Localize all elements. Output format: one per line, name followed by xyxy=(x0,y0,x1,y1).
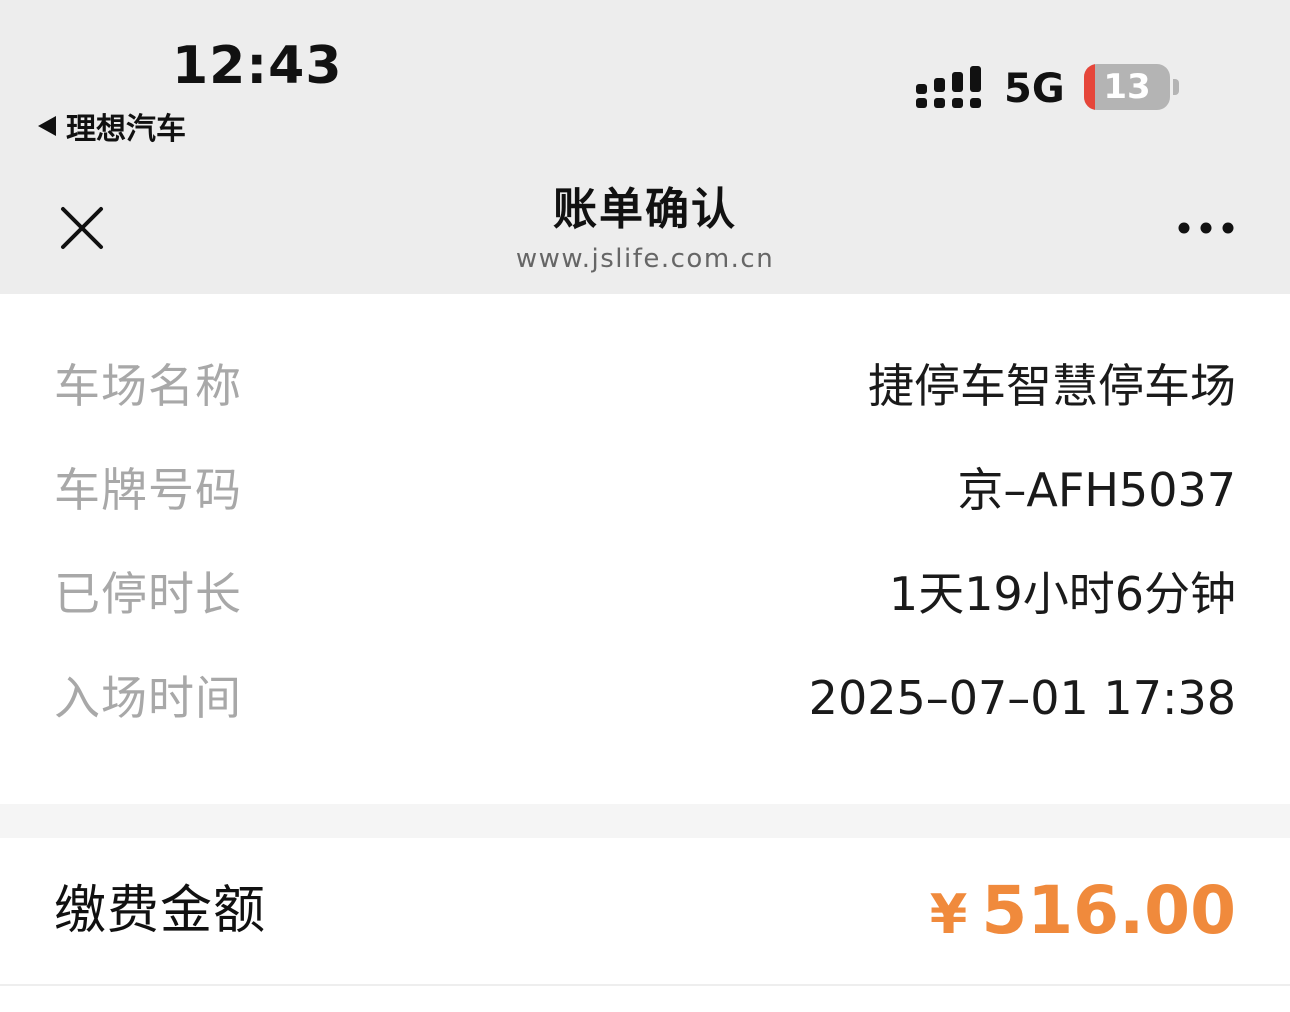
amount-value: 516.00 xyxy=(981,872,1236,949)
bottom-divider xyxy=(0,984,1290,986)
page-title: 账单确认 xyxy=(553,184,737,235)
status-bar: 12:43 理想汽车 5G 13 xyxy=(0,0,1290,160)
detail-label: 入场时间 xyxy=(54,671,242,725)
payment-amount: ¥516.00 xyxy=(930,838,1236,984)
signal-strength-icon xyxy=(916,66,981,108)
currency-symbol: ¥ xyxy=(929,883,968,946)
detail-label: 车场名称 xyxy=(54,359,242,413)
detail-row-duration: 已停时长 1天19小时6分钟 xyxy=(0,542,1290,646)
back-app-label: 理想汽车 xyxy=(66,112,186,147)
section-divider xyxy=(0,804,1290,838)
detail-row-plate-number: 车牌号码 京–AFH5037 xyxy=(0,438,1290,542)
detail-row-parking-lot: 车场名称 捷停车智慧停车场 xyxy=(0,334,1290,438)
close-icon[interactable] xyxy=(54,200,110,256)
detail-label: 车牌号码 xyxy=(54,463,242,517)
detail-value: 捷停车智慧停车场 xyxy=(868,359,1236,413)
payment-amount-row: 缴费金额 ¥516.00 xyxy=(0,838,1290,984)
back-to-app-link[interactable]: 理想汽车 xyxy=(38,104,186,148)
status-time: 12:43 xyxy=(172,36,343,96)
detail-label: 已停时长 xyxy=(54,567,242,621)
detail-value: 1天19小时6分钟 xyxy=(888,567,1236,621)
battery-icon: 13 xyxy=(1084,64,1180,110)
network-type: 5G xyxy=(1004,66,1065,112)
nav-bar: 账单确认 www.jslife.com.cn xyxy=(0,160,1290,294)
detail-value: 2025–07–01 17:38 xyxy=(808,671,1236,725)
payment-label: 缴费金额 xyxy=(54,881,267,941)
back-arrow-icon xyxy=(38,116,56,136)
bill-details-card: 车场名称 捷停车智慧停车场 车牌号码 京–AFH5037 已停时长 1天19小时… xyxy=(0,294,1290,804)
battery-level: 13 xyxy=(1103,67,1151,107)
bill-confirm-screen: 12:43 理想汽车 5G 13 账单确认 www.jslife.com.cn … xyxy=(0,0,1290,1012)
detail-value: 京–AFH5037 xyxy=(957,463,1236,517)
page-domain: www.jslife.com.cn xyxy=(515,244,775,274)
detail-row-entry-time: 入场时间 2025–07–01 17:38 xyxy=(0,646,1290,750)
nav-title-group: 账单确认 www.jslife.com.cn xyxy=(345,182,945,276)
more-icon[interactable] xyxy=(1174,210,1238,246)
